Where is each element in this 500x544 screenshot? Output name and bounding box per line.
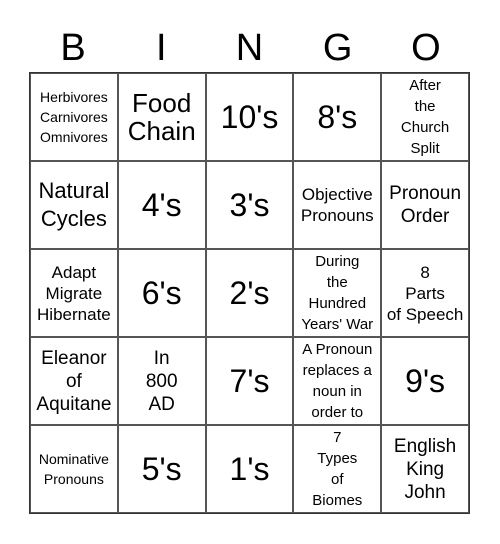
bingo-grid: Herbivores Carnivores Omnivores Food Chai…	[29, 72, 470, 514]
bingo-cell-text: 1's	[229, 451, 270, 487]
bingo-cell-text: A Pronoun replaces a noun in order to	[302, 341, 373, 421]
bingo-cell-text: Adapt Migrate Hibernate	[37, 262, 111, 324]
bingo-cell-i-1[interactable]: Food Chain	[117, 73, 206, 161]
bingo-cell-b-2[interactable]: Natural Cycles	[30, 161, 118, 249]
bingo-cell-text: 3's	[229, 187, 270, 223]
header-letter-g: G	[322, 27, 353, 69]
bingo-cell-text: 8's	[317, 99, 358, 135]
bingo-cell-b-1[interactable]: Herbivores Carnivores Omnivores	[30, 73, 118, 161]
bingo-cell-n-3[interactable]: 2's	[205, 249, 294, 337]
bingo-cell-text: After the Church Split	[400, 77, 450, 157]
bingo-cell-text: 5's	[141, 451, 182, 487]
bingo-cell-text: Food Chain	[127, 88, 196, 146]
bingo-cell-i-4[interactable]: In 800 AD	[117, 337, 206, 425]
bingo-cell-n-4[interactable]: 7's	[205, 337, 294, 425]
bingo-cell-n-1[interactable]: 10's	[205, 73, 294, 161]
bingo-cell-text: During the Hundred Years' War	[301, 253, 374, 333]
bingo-cell-text: Herbivores Carnivores Omnivores	[40, 89, 108, 145]
bingo-cell-text: Pronoun Order	[389, 183, 462, 227]
bingo-cell-i-2[interactable]: 4's	[117, 161, 206, 249]
bingo-cell-g-2[interactable]: Objective Pronouns	[293, 161, 382, 249]
bingo-cell-i-3[interactable]: 6's	[117, 249, 206, 337]
bingo-cell-text: English King John	[393, 435, 457, 503]
bingo-cell-o-2[interactable]: Pronoun Order	[381, 161, 469, 249]
header-letter-i: I	[156, 27, 167, 69]
header-letter-b: B	[60, 27, 86, 69]
bingo-cell-text: 9's	[405, 363, 446, 399]
bingo-cell-g-3[interactable]: During the Hundred Years' War	[293, 249, 382, 337]
header-letter-n: N	[235, 27, 264, 69]
bingo-cell-o-3[interactable]: 8 Parts of Speech	[381, 249, 469, 337]
bingo-cell-text: Objective Pronouns	[300, 185, 374, 225]
bingo-cell-text: 6's	[141, 275, 182, 311]
header-letter-o: O	[411, 27, 441, 69]
bingo-cell-i-5[interactable]: 5's	[117, 425, 206, 513]
bingo-cell-text: In 800 AD	[145, 347, 178, 415]
bingo-cell-b-4[interactable]: Eleanor of Aquitane	[30, 337, 118, 425]
bingo-cell-b-5[interactable]: Nominative Pronouns	[30, 425, 118, 513]
bingo-cell-text: 4's	[141, 187, 182, 223]
bingo-cell-o-1[interactable]: After the Church Split	[381, 73, 469, 161]
bingo-cell-g-5[interactable]: 7 Types of Biomes	[293, 425, 382, 513]
bingo-cell-text: 10's	[220, 99, 279, 135]
bingo-cell-o-5[interactable]: English King John	[381, 425, 469, 513]
bingo-cell-text: 7 Types of Biomes	[312, 429, 363, 509]
bingo-cell-text: 8 Parts of Speech	[386, 262, 464, 324]
bingo-cell-text: 2's	[229, 275, 270, 311]
bingo-cell-n-2[interactable]: 3's	[205, 161, 294, 249]
bingo-cell-text: Natural Cycles	[38, 178, 110, 231]
bingo-cell-b-3[interactable]: Adapt Migrate Hibernate	[30, 249, 118, 337]
bingo-cell-text: Nominative Pronouns	[38, 451, 109, 487]
bingo-cell-n-5[interactable]: 1's	[205, 425, 294, 513]
bingo-cell-text: 7's	[229, 363, 270, 399]
bingo-cell-o-4[interactable]: 9's	[381, 337, 469, 425]
bingo-cell-text: Eleanor of Aquitane	[36, 347, 112, 415]
bingo-cell-g-1[interactable]: 8's	[293, 73, 382, 161]
bingo-cell-g-4[interactable]: A Pronoun replaces a noun in order to	[293, 337, 382, 425]
bingo-header: B I N G O	[29, 24, 470, 72]
